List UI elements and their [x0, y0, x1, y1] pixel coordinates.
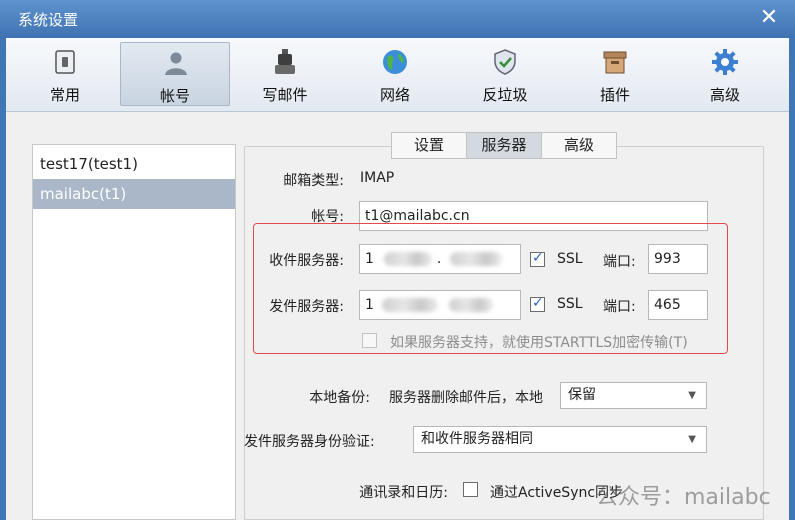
close-button[interactable]: ✕ — [757, 6, 781, 30]
incoming-port-label: 端口: — [603, 254, 636, 270]
tab-settings[interactable]: 设置 — [391, 132, 467, 159]
smtp-auth-label: 发件服务器身份验证: — [244, 434, 375, 450]
account-field-value: t1@mailabc.cn — [365, 208, 470, 224]
starttls-checkbox[interactable] — [362, 333, 377, 348]
incoming-server-prefix: 1 — [365, 251, 374, 267]
compose-icon — [275, 49, 295, 74]
tab-network[interactable]: 网络 — [340, 42, 450, 106]
user-icon — [165, 52, 187, 75]
mailbox-type-label: 邮箱类型: — [283, 173, 344, 189]
tab-plugins[interactable]: 插件 — [560, 42, 670, 106]
tab-accounts[interactable]: 帐号 — [120, 42, 230, 106]
local-backup-desc: 服务器删除邮件后，本地 — [389, 390, 543, 406]
outgoing-ssl-label: SSL — [557, 296, 583, 312]
account-field[interactable]: t1@mailabc.cn — [359, 201, 708, 231]
outgoing-port-label: 端口: — [603, 299, 636, 315]
activesync-checkbox[interactable] — [463, 482, 478, 497]
incoming-server-field[interactable]: 1 . — [359, 244, 521, 274]
tab-general[interactable]: 常用 — [10, 42, 120, 106]
incoming-server-dot: . — [436, 251, 442, 267]
gear-icon — [712, 49, 738, 75]
tab-accounts-label: 帐号 — [159, 87, 190, 105]
tab-compose-label: 写邮件 — [262, 86, 308, 104]
smtp-auth-value: 和收件服务器相同 — [421, 431, 533, 447]
account-label: 帐号: — [311, 209, 344, 225]
starttls-label: 如果服务器支持，就使用STARTTLS加密传输(T) — [390, 335, 688, 351]
box-icon — [603, 51, 627, 74]
tab-general-label: 常用 — [49, 86, 80, 104]
incoming-port-value: 993 — [654, 251, 681, 267]
settings-window: 系统设置 ✕ 常用 帐号 写邮件 网络 反垃圾 插件 高级 test17(tes… — [0, 0, 795, 520]
redacted-text — [448, 298, 493, 312]
chevron-down-icon: ▼ — [688, 434, 696, 445]
account-item-mailabc[interactable]: mailabc(t1) — [33, 179, 235, 209]
outgoing-server-label: 发件服务器: — [269, 299, 344, 315]
smtp-auth-select[interactable]: 和收件服务器相同 ▼ — [413, 426, 707, 453]
window-title: 系统设置 — [18, 11, 79, 29]
chevron-down-icon: ▼ — [688, 390, 696, 401]
tab-antispam-label: 反垃圾 — [482, 86, 528, 104]
tab-advanced-detail[interactable]: 高级 — [541, 132, 617, 159]
globe-icon — [383, 50, 407, 74]
incoming-ssl-label: SSL — [557, 251, 583, 267]
redacted-text — [449, 252, 502, 266]
outgoing-ssl-checkbox[interactable] — [530, 295, 545, 312]
incoming-server-label: 收件服务器: — [269, 253, 344, 269]
account-item-test17[interactable]: test17(test1) — [33, 149, 235, 179]
local-backup-select[interactable]: 保留 ▼ — [560, 382, 707, 409]
outgoing-port-value: 465 — [654, 297, 681, 313]
account-list: test17(test1) mailabc(t1) — [32, 144, 236, 520]
tab-network-label: 网络 — [379, 86, 410, 104]
redacted-text — [382, 298, 439, 312]
tab-compose[interactable]: 写邮件 — [230, 42, 340, 106]
redacted-text — [384, 252, 433, 266]
tab-advanced[interactable]: 高级 — [670, 42, 780, 106]
outgoing-server-field[interactable]: 1 — [359, 290, 521, 320]
watermark-text: 公众号：mailabc — [596, 485, 771, 510]
outgoing-port-field[interactable]: 465 — [648, 290, 708, 320]
tab-advanced-label: 高级 — [709, 86, 740, 104]
tab-plugins-label: 插件 — [599, 86, 630, 104]
tab-server[interactable]: 服务器 — [466, 132, 542, 159]
contacts-calendar-label: 通讯录和日历: — [359, 485, 448, 501]
general-icon — [55, 50, 75, 74]
outgoing-server-prefix: 1 — [365, 297, 374, 313]
local-backup-value: 保留 — [568, 387, 596, 403]
incoming-ssl-checkbox[interactable] — [530, 250, 545, 267]
mailbox-type-value: IMAP — [360, 170, 395, 186]
local-backup-label: 本地备份: — [309, 390, 370, 406]
settings-toolbar: 常用 帐号 写邮件 网络 反垃圾 插件 高级 — [6, 38, 789, 112]
title-bar: 系统设置 ✕ — [0, 0, 795, 38]
incoming-port-field[interactable]: 993 — [648, 244, 708, 274]
shield-icon — [494, 49, 516, 75]
tab-antispam[interactable]: 反垃圾 — [450, 42, 560, 106]
